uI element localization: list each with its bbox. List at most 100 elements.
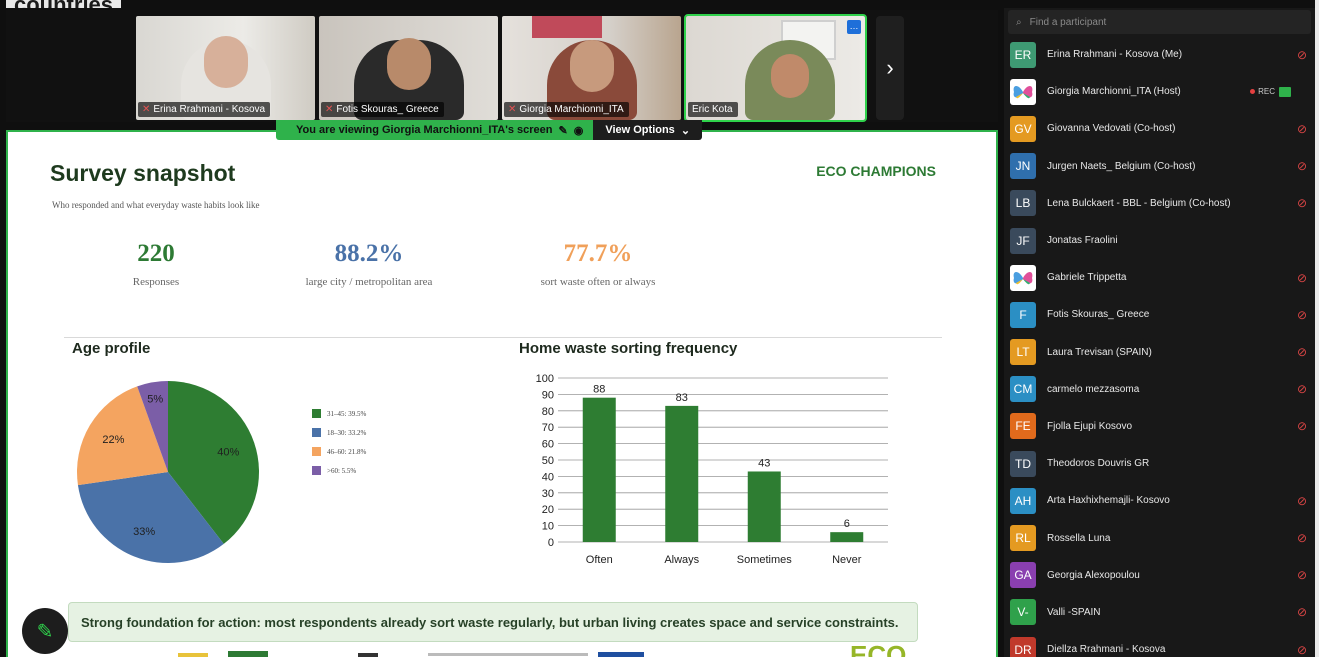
participant-head bbox=[770, 54, 809, 98]
participant-row[interactable]: GA Georgia Alexopoulou ⊘ bbox=[1004, 557, 1315, 594]
participant-head bbox=[203, 36, 248, 88]
avatar: GA bbox=[1010, 562, 1036, 589]
stat-label: large city / metropolitan area bbox=[305, 276, 433, 288]
more-options-icon[interactable]: … bbox=[847, 20, 861, 34]
y-tick-label: 90 bbox=[542, 389, 554, 401]
tile-name: Fotis Skouras_ Greece bbox=[336, 104, 439, 115]
takeaway-callout: Strong foundation for action: most respo… bbox=[68, 602, 918, 642]
mic-off-icon: ⊘ bbox=[1296, 568, 1307, 583]
legend-label: 31–45: 39.5% bbox=[327, 409, 367, 418]
participants-panel: ⌕ Find a participant ER Erina Rrahmani - … bbox=[1004, 8, 1315, 657]
participant-row[interactable]: Gabriele Trippetta ⊘ bbox=[1004, 259, 1315, 296]
participant-head bbox=[569, 40, 614, 92]
stat-urban: 88.2% large city / metropolitan area bbox=[284, 240, 454, 288]
participant-name: carmelo mezzasoma bbox=[1047, 383, 1140, 395]
avatar: TD bbox=[1010, 450, 1036, 477]
participant-row[interactable]: LT Laura Trevisan (SPAIN) ⊘ bbox=[1004, 334, 1315, 371]
stat-label: Responses bbox=[132, 276, 180, 288]
y-tick-label: 80 bbox=[542, 406, 554, 418]
avatar: RL bbox=[1010, 525, 1036, 552]
viewing-text: You are viewing Giorgia Marchionni_ITA's… bbox=[296, 124, 553, 136]
participant-name: Giorgia Marchionni_ITA (Host) bbox=[1047, 86, 1181, 98]
legend-swatch bbox=[312, 428, 321, 437]
wall-poster bbox=[532, 16, 602, 38]
bar-value-label: 43 bbox=[758, 457, 770, 469]
mic-off-icon: ⊘ bbox=[1296, 642, 1307, 657]
section-divider bbox=[64, 337, 942, 338]
video-tile-active[interactable]: … Eric Kota bbox=[684, 14, 867, 122]
clipped-heading: countries bbox=[6, 0, 122, 8]
avatar: GV bbox=[1010, 115, 1036, 142]
avatar: JN bbox=[1010, 153, 1036, 180]
slide-title: Survey snapshot bbox=[50, 160, 236, 186]
participant-row[interactable]: TD Theodoros Douvris GR bbox=[1004, 445, 1315, 482]
y-tick-label: 30 bbox=[542, 488, 554, 500]
participant-row[interactable]: GV Giovanna Vedovati (Co-host) ⊘ bbox=[1004, 110, 1315, 147]
participant-row[interactable]: DR Diellza Rrahmani - Kosova ⊘ bbox=[1004, 631, 1315, 657]
participant-name: Diellza Rrahmani - Kosova bbox=[1047, 644, 1166, 656]
mic-off-icon: ⊘ bbox=[1296, 159, 1307, 174]
legend-swatch bbox=[312, 447, 321, 456]
avatar bbox=[1010, 264, 1036, 291]
viewing-indicator: You are viewing Giorgia Marchionni_ITA's… bbox=[276, 120, 594, 140]
x-tick-label: Sometimes bbox=[737, 554, 793, 566]
bar bbox=[582, 397, 616, 542]
eu-logo bbox=[178, 653, 208, 657]
bar-value-label: 83 bbox=[676, 392, 688, 404]
y-tick-label: 60 bbox=[542, 439, 554, 451]
butterfly-logo-icon bbox=[1013, 271, 1033, 284]
mic-off-icon: ⊘ bbox=[1296, 196, 1307, 211]
participant-name: Fotis Skouras_ Greece bbox=[1047, 309, 1150, 321]
legend-item: 46–60: 21.8% bbox=[312, 442, 366, 461]
bar bbox=[747, 471, 781, 542]
participant-list: ER Erina Rrahmani - Kosova (Me) ⊘ Giorgia M… bbox=[1004, 36, 1315, 657]
participant-row[interactable]: FE Fjolla Ejupi Kosovo ⊘ bbox=[1004, 408, 1315, 445]
age-pie-chart: 40% 33% 22% 5% bbox=[77, 381, 259, 563]
video-tile[interactable]: ✕ Giorgia Marchionni_ITA bbox=[502, 16, 681, 120]
tile-name: Eric Kota bbox=[692, 104, 733, 115]
viewing-banner: You are viewing Giorgia Marchionni_ITA's… bbox=[276, 120, 703, 140]
mic-off-icon: ⊘ bbox=[1296, 307, 1307, 322]
video-tile[interactable]: ✕ Erina Rrahmani - Kosova bbox=[136, 16, 315, 120]
pie-slice-label: 33% bbox=[133, 526, 155, 538]
annotate-button[interactable]: ✎ bbox=[22, 608, 68, 654]
video-tile[interactable]: ✕ Fotis Skouras_ Greece bbox=[319, 16, 498, 120]
pie-slice-label: 5% bbox=[147, 393, 163, 405]
bar bbox=[830, 532, 864, 542]
participant-row[interactable]: RL Rossella Luna ⊘ bbox=[1004, 519, 1315, 556]
partner-logo bbox=[598, 652, 644, 657]
avatar: FE bbox=[1010, 413, 1036, 440]
participant-row[interactable]: ER Erina Rrahmani - Kosova (Me) ⊘ bbox=[1004, 36, 1315, 73]
participant-row[interactable]: JF Jonatas Fraolini bbox=[1004, 222, 1315, 259]
chevron-down-icon: ⌄ bbox=[680, 124, 691, 137]
participant-row[interactable]: LB Lena Bulckaert - BBL - Belgium (Co-hos… bbox=[1004, 185, 1315, 222]
x-tick-label: Often bbox=[586, 554, 613, 566]
participant-name: Fjolla Ejupi Kosovo bbox=[1047, 420, 1133, 432]
pie-slice-label: 22% bbox=[102, 434, 124, 446]
mic-off-icon: ⊘ bbox=[1296, 419, 1307, 434]
shared-screen: Survey snapshot Who responded and what e… bbox=[6, 130, 998, 657]
participant-row[interactable]: AH Arta Haxhixhemajli- Kosovo ⊘ bbox=[1004, 482, 1315, 519]
y-tick-label: 50 bbox=[542, 455, 554, 467]
mic-off-icon: ⊘ bbox=[1296, 270, 1307, 285]
search-icon: ⌕ bbox=[1016, 16, 1022, 28]
participant-row[interactable]: F Fotis Skouras_ Greece ⊘ bbox=[1004, 296, 1315, 333]
participant-row[interactable]: JN Jurgen Naets_ Belgium (Co-host) ⊘ bbox=[1004, 148, 1315, 185]
meeting-window: countries ✕ Erina Rrahmani - Kosova ✕ Fo… bbox=[0, 0, 1319, 657]
tile-nametag: Eric Kota bbox=[688, 102, 738, 117]
participant-row[interactable]: CM carmelo mezzasoma ⊘ bbox=[1004, 371, 1315, 408]
next-page-button[interactable]: › bbox=[876, 16, 904, 120]
slide-subtitle: Who responded and what everyday waste ha… bbox=[52, 200, 260, 210]
participant-row[interactable]: Giorgia Marchionni_ITA (Host) REC bbox=[1004, 73, 1315, 110]
participant-search[interactable]: ⌕ Find a participant bbox=[1008, 10, 1311, 34]
butterfly-logo-icon bbox=[1013, 85, 1033, 98]
freq-chart-title: Home waste sorting frequency bbox=[519, 340, 738, 357]
tile-nametag: ✕ Erina Rrahmani - Kosova bbox=[138, 102, 271, 117]
slide: Survey snapshot Who responded and what e… bbox=[8, 132, 996, 657]
mic-off-icon: ⊘ bbox=[1296, 47, 1307, 62]
view-options-button[interactable]: View Options ⌄ bbox=[593, 120, 703, 140]
participant-row[interactable]: V- Valli -SPAIN ⊘ bbox=[1004, 594, 1315, 631]
avatar: ER bbox=[1010, 41, 1036, 68]
mic-off-icon: ⊘ bbox=[1296, 605, 1307, 620]
avatar: AH bbox=[1010, 487, 1036, 514]
